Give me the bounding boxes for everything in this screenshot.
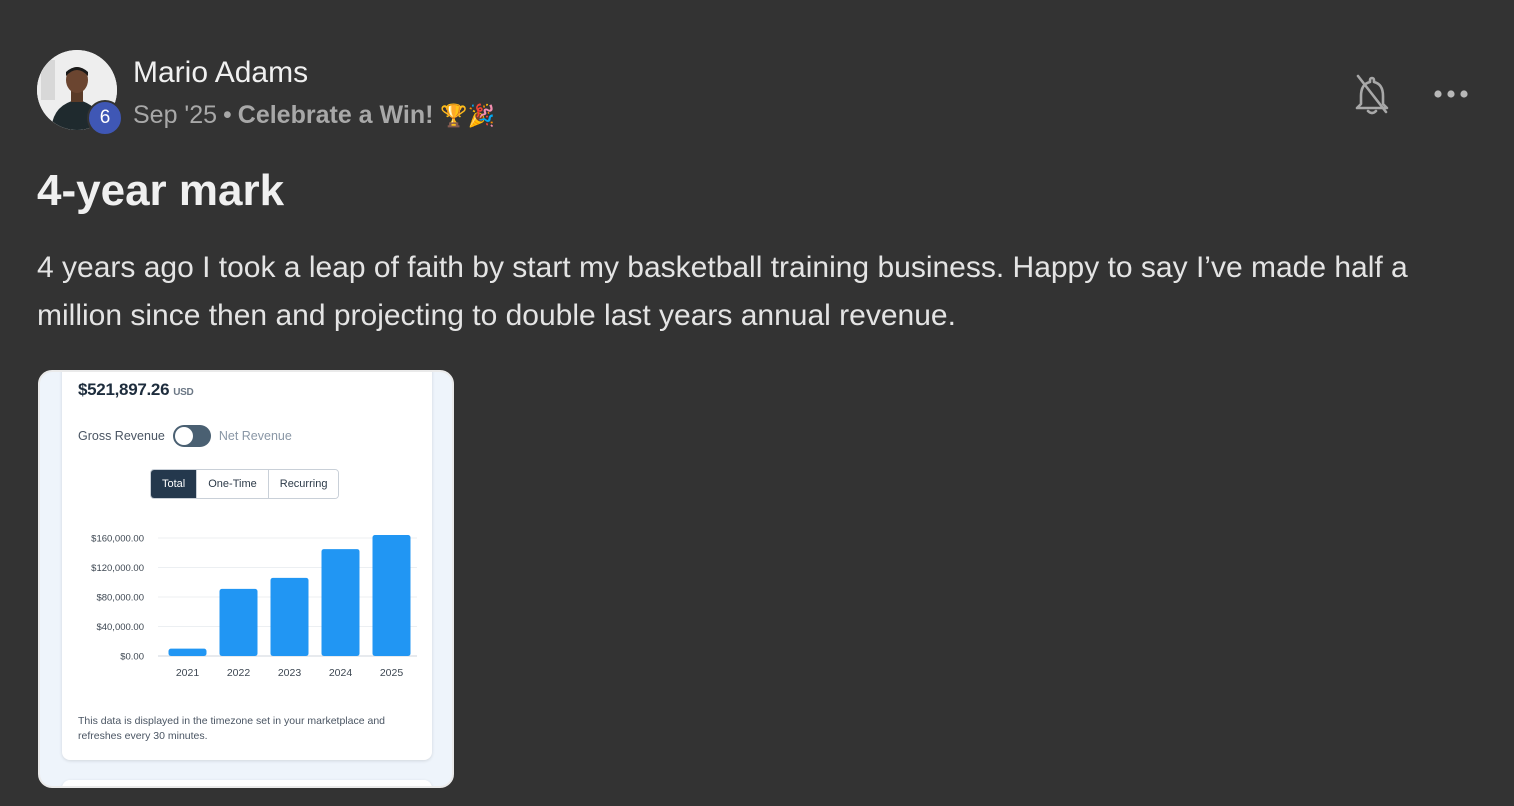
- toggle-knob: [174, 427, 193, 445]
- post-date[interactable]: Sep '25: [133, 101, 217, 129]
- net-revenue-label: Net Revenue: [218, 429, 292, 443]
- bar: [321, 549, 360, 656]
- revenue-bar-chart: $160,000.00 $120,000.00 $80,000.00 $40,000.…: [91, 534, 417, 679]
- amount-value: $521,897.26: [78, 380, 170, 399]
- post-meta: Sep '25 • Celebrate a Win! 🏆🎉: [133, 101, 495, 130]
- y-tick-label: $160,000.00: [91, 534, 144, 545]
- bar: [372, 535, 411, 656]
- post-category[interactable]: Celebrate a Win!: [238, 101, 434, 129]
- revenue-card: $521,897.26 USD Gross Revenue Net Revenue…: [62, 372, 432, 760]
- x-tick-label: 2021: [176, 667, 200, 679]
- category-emoji: 🏆🎉: [440, 103, 496, 128]
- segment-control: Total One-Time Recurring: [150, 469, 340, 499]
- segment-total[interactable]: Total: [151, 470, 197, 498]
- revenue-amount: $521,897.26 USD: [78, 380, 194, 400]
- gross-revenue-label: Gross Revenue: [78, 429, 165, 443]
- chart-footnote: This data is displayed in the timezone s…: [78, 715, 385, 742]
- bell-off-icon[interactable]: [1352, 72, 1392, 116]
- y-tick-label: $80,000.00: [96, 593, 144, 604]
- segment-recurring[interactable]: Recurring: [267, 470, 339, 498]
- bar: [168, 648, 207, 656]
- meta-separator: •: [223, 101, 232, 129]
- x-tick-label: 2023: [278, 667, 302, 679]
- amount-currency: USD: [173, 387, 194, 398]
- author-name[interactable]: Mario Adams: [133, 56, 308, 90]
- level-badge: 6: [87, 100, 123, 136]
- next-card: [62, 780, 432, 786]
- y-tick-label: $120,000.00: [91, 563, 144, 574]
- image-attachment[interactable]: $521,897.26 USD Gross Revenue Net Revenue…: [38, 370, 454, 788]
- x-tick-label: 2025: [380, 667, 404, 679]
- revenue-toggle-row: Gross Revenue Net Revenue: [78, 425, 292, 447]
- author-avatar-wrap[interactable]: 6: [37, 50, 123, 136]
- post-body: 4 years ago I took a leap of faith by st…: [37, 251, 1408, 332]
- segment-one-time[interactable]: One-Time: [196, 470, 268, 498]
- y-tick-label: $0.00: [120, 652, 144, 663]
- bar: [270, 577, 309, 656]
- revenue-toggle[interactable]: [172, 425, 211, 447]
- post-title: 4-year mark: [37, 166, 285, 215]
- x-tick-label: 2024: [329, 667, 353, 679]
- x-tick-label: 2022: [227, 667, 251, 679]
- bar: [219, 588, 258, 656]
- y-tick-label: $40,000.00: [96, 622, 144, 633]
- more-horizontal-icon[interactable]: [1430, 80, 1474, 108]
